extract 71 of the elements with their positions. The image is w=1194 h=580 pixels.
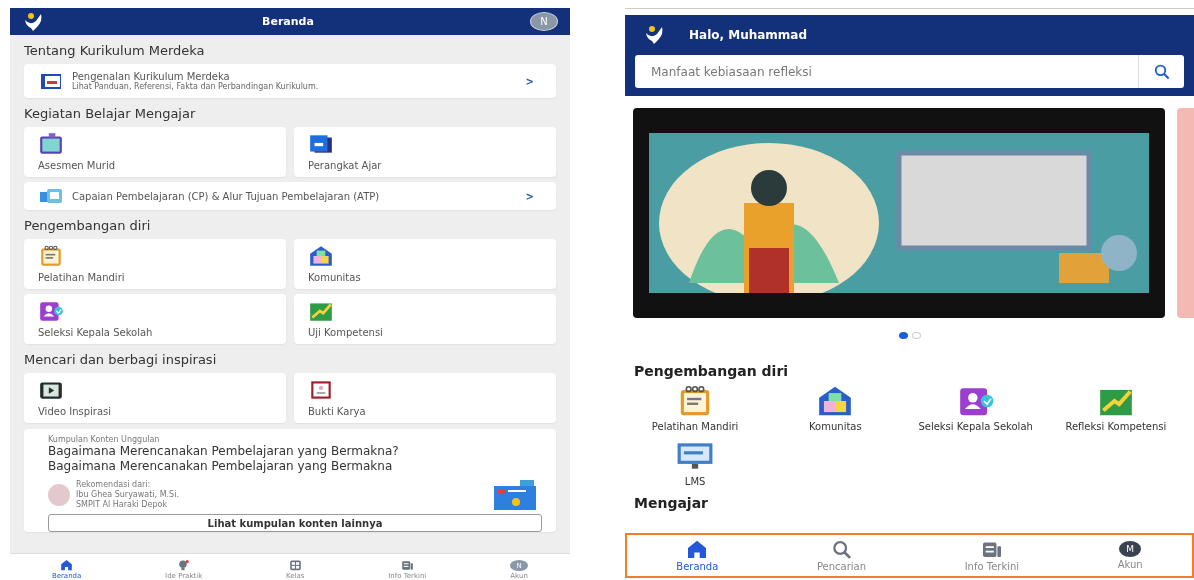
menu-item[interactable]: Refleksi Kompetensi bbox=[1065, 421, 1167, 432]
search-button[interactable] bbox=[1138, 55, 1184, 88]
section-title: Mencari dan berbagi inspirasi bbox=[24, 352, 218, 367]
carousel-dot[interactable] bbox=[898, 332, 908, 339]
tile-label: Video Inspirasi bbox=[38, 406, 112, 417]
grid-icon bbox=[288, 559, 302, 571]
home-icon bbox=[686, 539, 709, 559]
menu-tile[interactable]: Uji Kompetensi bbox=[294, 294, 556, 344]
house-icon bbox=[308, 245, 334, 267]
section-title: Pengembangan diri bbox=[634, 363, 790, 379]
avatar-icon: M bbox=[1119, 541, 1142, 557]
menu-card[interactable]: Capaian Pembelajaran (CP) & Alur Tujuan Pembelajaran (ATP) > bbox=[24, 182, 556, 210]
menu-tile[interactable]: Perangkat Ajar bbox=[294, 127, 556, 177]
monitor-icon bbox=[676, 440, 715, 472]
card-label: Kumpulan Konten Unggulan bbox=[48, 435, 161, 444]
section-title: Mengajar bbox=[634, 495, 709, 511]
search-field[interactable]: Manfaat kebiasaan refleksi bbox=[635, 55, 1138, 88]
card-title: Capaian Pembelajaran (CP) & Alur Tujuan Pembelajaran (ATP) bbox=[72, 190, 381, 202]
card-subtitle: Lihat Panduan, Referensi, Fakta dan Perbandingan Kurikulum. bbox=[72, 82, 320, 91]
menu-tile[interactable]: Video Inspirasi bbox=[24, 373, 286, 423]
menu-tile[interactable]: Seleksi Kepala Sekolah bbox=[24, 294, 286, 344]
recommendation-label: Rekomendasi dari: bbox=[76, 480, 152, 490]
menu-tile[interactable]: Bukti Karya bbox=[294, 373, 556, 423]
content-title[interactable]: Bagaimana Merencanakan Pembelajaran yang Bermakna bbox=[48, 459, 542, 474]
tile-label: Komunitas bbox=[308, 272, 361, 283]
book-icon bbox=[38, 71, 64, 91]
banner-card[interactable] bbox=[633, 108, 1165, 318]
certificate-icon bbox=[308, 379, 334, 401]
profile-card-icon bbox=[38, 300, 64, 322]
card-title: Pengenalan Kurikulum Merdeka bbox=[72, 71, 230, 82]
folder-icon bbox=[308, 133, 334, 155]
content-title[interactable]: Bagaimana Merencanakan Pembelajaran yang Bermakna? bbox=[48, 444, 542, 459]
tile-label: Bukti Karya bbox=[308, 406, 366, 417]
avatar-circle bbox=[48, 484, 70, 506]
tile-label: Asesmen Murid bbox=[38, 160, 116, 171]
home-icon bbox=[60, 559, 74, 571]
screen-title: Beranda bbox=[262, 15, 314, 28]
menu-tile[interactable]: Asesmen Murid bbox=[24, 127, 286, 177]
section-title: Pengembangan diri bbox=[24, 218, 152, 233]
menu-tile[interactable]: Pelatihan Mandiri bbox=[24, 239, 286, 289]
nav-tab[interactable]: M Akun bbox=[1113, 535, 1147, 576]
menu-item[interactable]: Seleksi Kepala Sekolah bbox=[918, 421, 1033, 432]
tile-label: Perangkat Ajar bbox=[308, 160, 382, 171]
author-name: Ibu Ghea Suryawati, M.Si. bbox=[76, 490, 180, 500]
tile-label: Pelatihan Mandiri bbox=[38, 272, 125, 283]
chart-icon bbox=[308, 300, 334, 322]
nav-tab[interactable]: Info Terkini bbox=[960, 535, 1024, 576]
nav-tab[interactable]: Pencarian bbox=[812, 535, 871, 576]
notepad-icon bbox=[38, 245, 64, 267]
section-title: Kegiatan Belajar Mengajar bbox=[24, 106, 197, 121]
newspaper-icon bbox=[400, 559, 414, 571]
tile-label: Uji Kompetensi bbox=[308, 327, 383, 338]
search-icon bbox=[1152, 63, 1171, 80]
tablet-icon bbox=[38, 133, 64, 155]
chevron-icon: > bbox=[525, 190, 534, 202]
search-icon bbox=[830, 539, 853, 559]
school-name: SMPIT Al Haraki Depok bbox=[76, 500, 169, 510]
section-title: Tentang Kurikulum Merdeka bbox=[24, 43, 206, 58]
menu-item[interactable]: LMS bbox=[684, 476, 706, 487]
menu-item[interactable]: Pelatihan Mandiri bbox=[651, 421, 739, 432]
menu-card[interactable]: Pengenalan Kurikulum Merdeka Lihat Panduan, Referensi, Fakta dan Perbandingan Kurikulum. > bbox=[24, 64, 556, 98]
tile-label: Seleksi Kepala Sekolah bbox=[38, 327, 153, 338]
see-more-button[interactable]: Lihat kumpulan konten lainnya bbox=[48, 514, 542, 532]
lightbulb-icon bbox=[177, 559, 191, 571]
menu-item[interactable]: Komunitas bbox=[809, 421, 862, 432]
chevron-icon: > bbox=[525, 75, 534, 87]
nav-tab[interactable]: Beranda bbox=[672, 535, 723, 576]
video-icon bbox=[38, 379, 64, 401]
greeting-text: Halo, Muhammad bbox=[689, 28, 808, 42]
devices-icon bbox=[38, 186, 64, 206]
menu-tile[interactable]: Komunitas bbox=[294, 239, 556, 289]
